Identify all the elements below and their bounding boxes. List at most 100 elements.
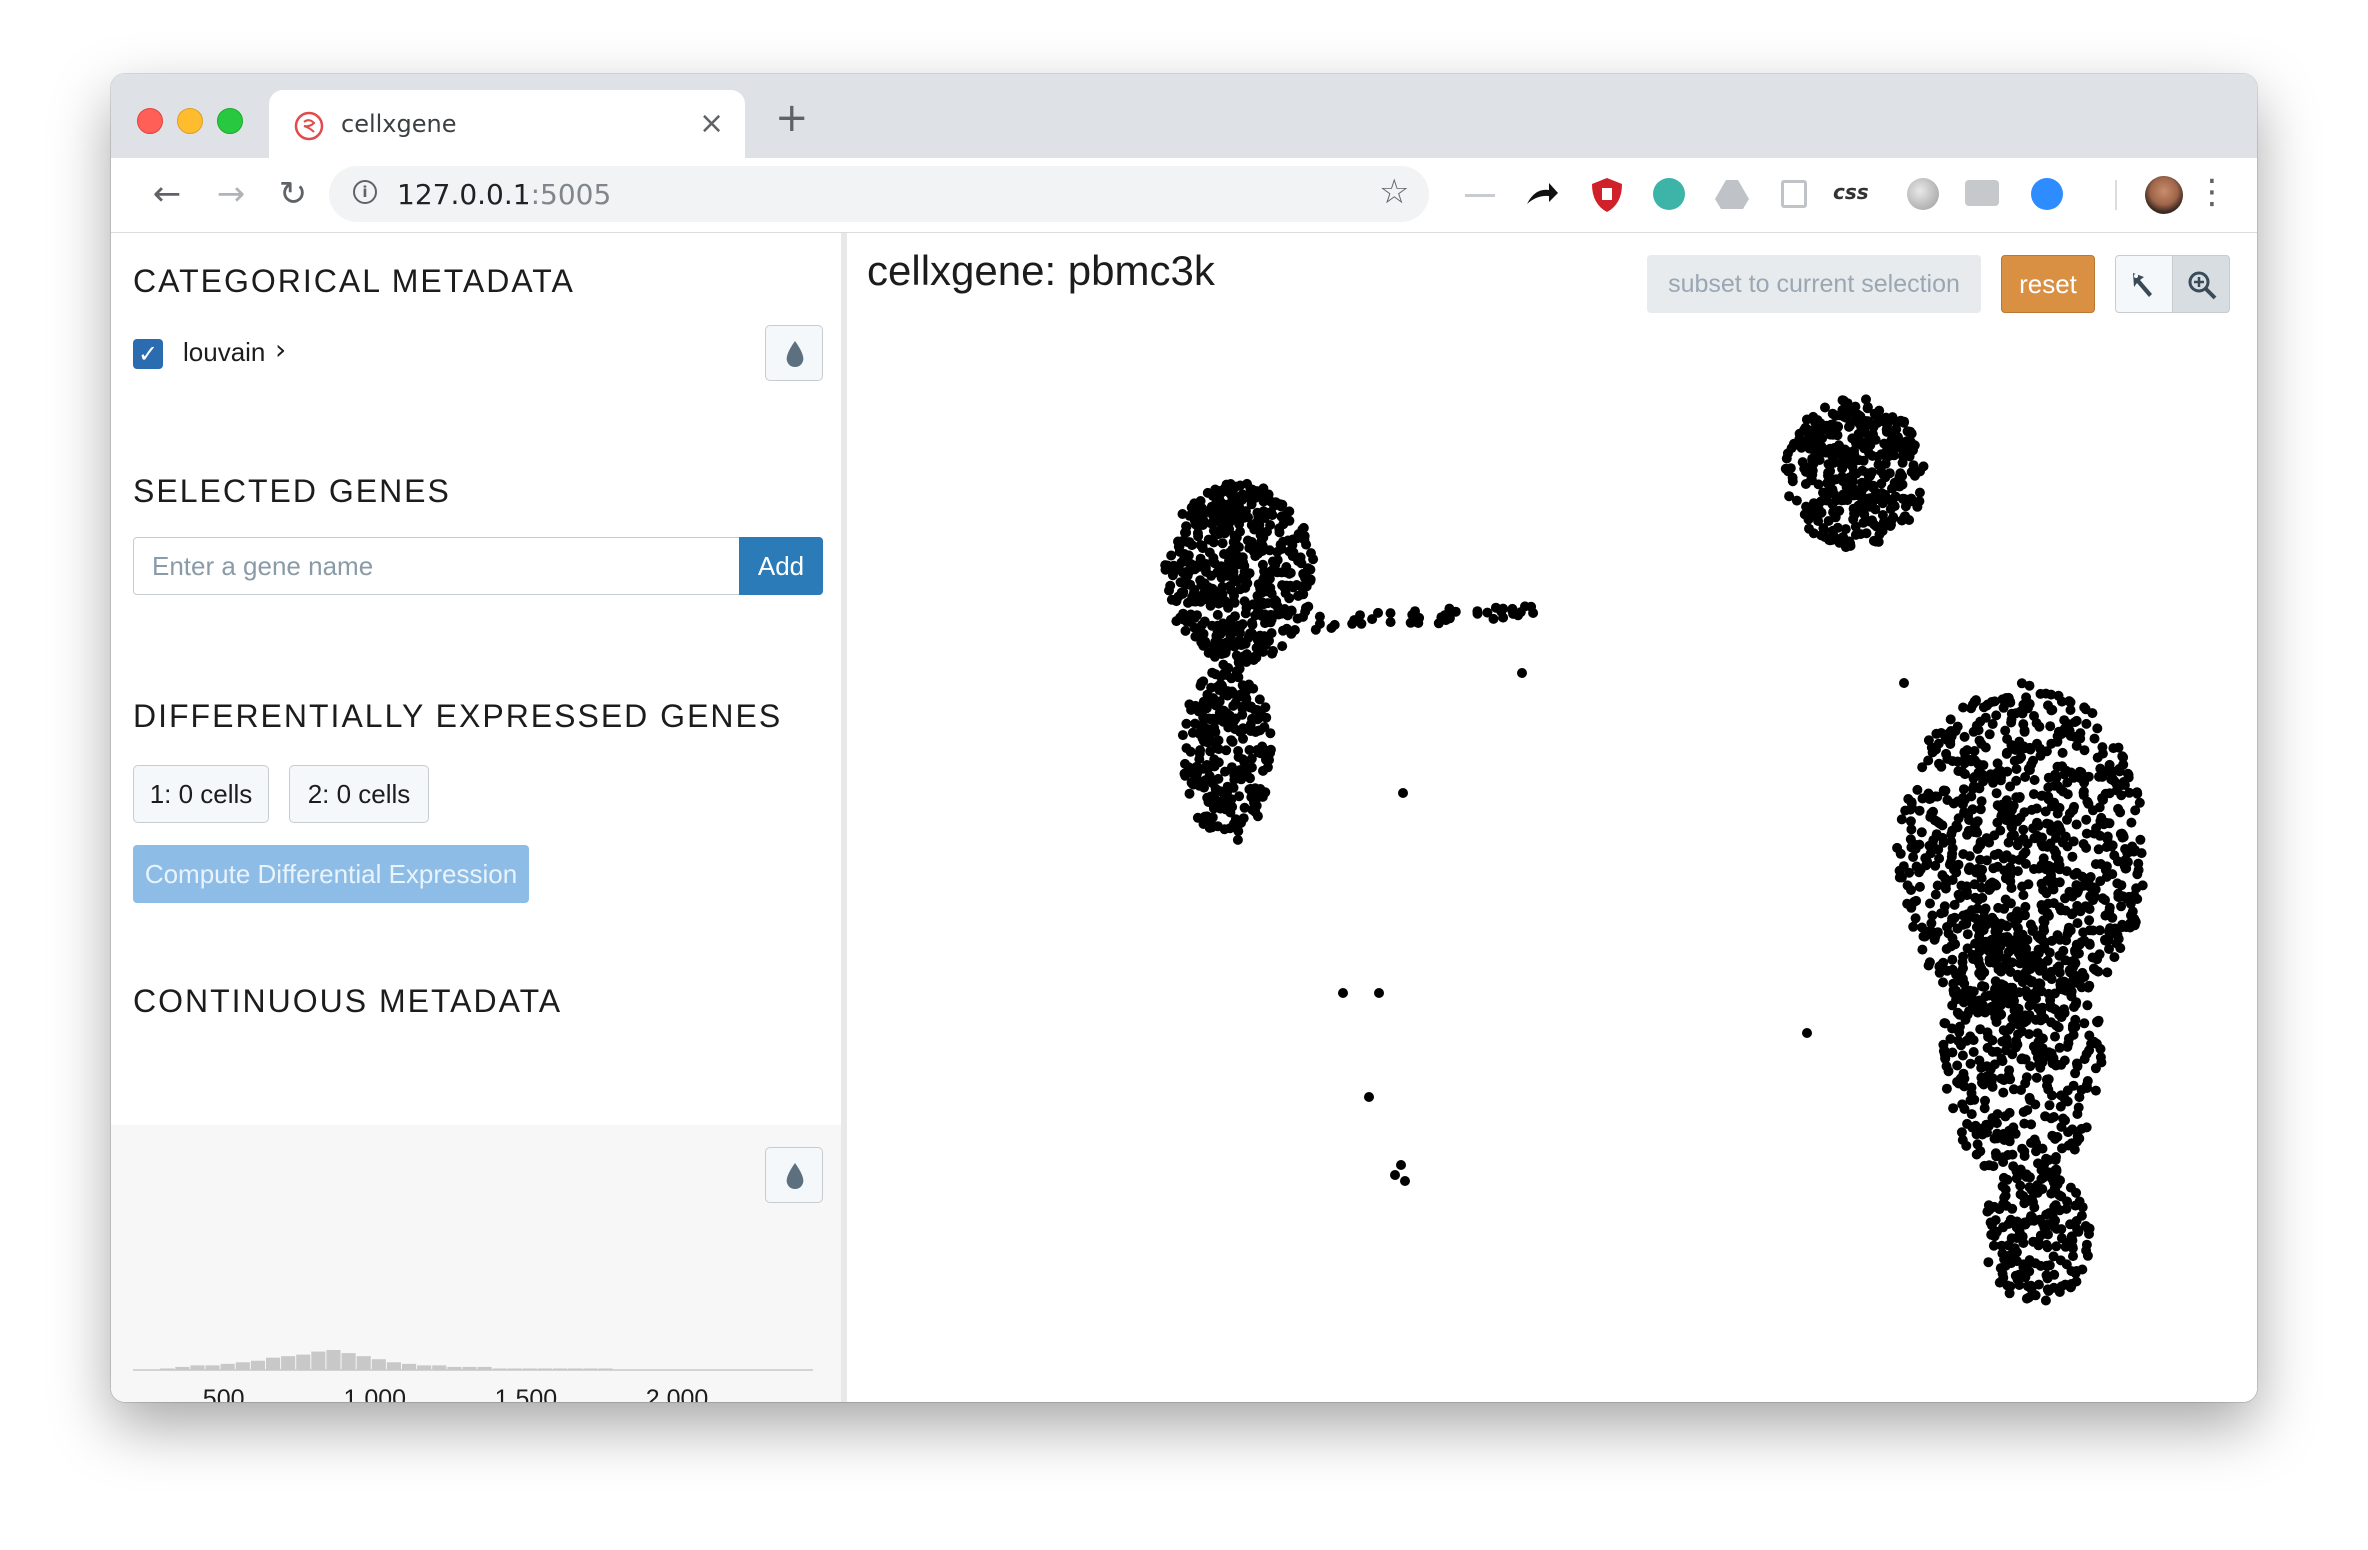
histogram-bar xyxy=(175,1366,190,1370)
css-icon[interactable]: css xyxy=(1833,180,1869,204)
cell-point xyxy=(1303,563,1313,574)
cell-point xyxy=(2050,1200,2061,1211)
gene-name-input[interactable] xyxy=(133,537,743,595)
cell-point xyxy=(1175,612,1186,623)
cell-point xyxy=(2007,1203,2018,1214)
back-arrow-icon[interactable]: ← xyxy=(143,170,191,218)
cell-point xyxy=(2126,817,2137,828)
b-icon[interactable] xyxy=(1781,180,1807,208)
cell-point xyxy=(1222,781,1233,792)
cell-point xyxy=(1847,433,1858,444)
subset-to-selection-button[interactable]: subset to current selection xyxy=(1647,255,1981,313)
cell-point xyxy=(2001,1045,2012,1056)
dash-icon[interactable] xyxy=(1465,194,1495,197)
camera-icon[interactable] xyxy=(1965,180,1999,206)
menu-kebab-icon[interactable]: ⋮ xyxy=(2195,172,2229,212)
cell-point xyxy=(2042,1242,2053,1253)
cell-point xyxy=(1180,770,1191,781)
share-arrow-icon[interactable] xyxy=(1525,180,1559,210)
site-info-icon[interactable]: i xyxy=(353,180,377,204)
cell-point xyxy=(2093,844,2104,855)
umap-scatterplot[interactable] xyxy=(847,333,2257,1393)
cell-point xyxy=(2115,943,2126,954)
cell-point xyxy=(2071,1136,2082,1147)
cell-point xyxy=(2039,1159,2050,1170)
reset-button[interactable]: reset xyxy=(2001,255,2095,313)
cellset-2-button[interactable]: 2: 0 cells xyxy=(289,765,429,823)
minimize-window-button[interactable] xyxy=(177,108,203,134)
categorical-metadata-heading: CATEGORICAL METADATA xyxy=(133,263,575,299)
profile-avatar[interactable] xyxy=(2145,176,2183,214)
cell-point xyxy=(2019,1118,2030,1129)
cell-point xyxy=(1803,514,1814,525)
reload-icon[interactable]: ↻ xyxy=(269,170,317,218)
cell-point xyxy=(1259,585,1270,596)
tab-close-button[interactable]: × xyxy=(699,106,724,142)
color-by-categorical-button[interactable] xyxy=(765,325,823,381)
cell-point xyxy=(2076,982,2087,993)
cell-point xyxy=(2084,915,2095,926)
cell-point xyxy=(1989,850,2000,860)
cell-point xyxy=(1974,931,1984,942)
cell-point xyxy=(1956,880,1967,891)
bookmark-star-icon[interactable]: ☆ xyxy=(1379,172,1409,212)
cell-point xyxy=(2107,869,2118,880)
cell-point xyxy=(1869,519,1880,530)
cell-point xyxy=(1976,1000,1987,1011)
cell-point xyxy=(2060,1279,2071,1290)
cell-point xyxy=(2025,919,2036,930)
cell-point xyxy=(1266,628,1277,639)
lasso-select-mode-button[interactable] xyxy=(2115,255,2173,313)
cell-point xyxy=(2118,752,2129,763)
cell-point xyxy=(2079,1018,2090,1029)
compute-differential-expression-button[interactable]: Compute Differential Expression xyxy=(133,845,529,903)
cell-point xyxy=(1281,509,1292,520)
new-tab-button[interactable]: + xyxy=(775,96,809,140)
mercury-icon[interactable] xyxy=(1653,178,1685,210)
cell-point xyxy=(1184,788,1195,799)
cell-point xyxy=(1385,608,1396,619)
cell-point xyxy=(2002,734,2013,744)
close-window-button[interactable] xyxy=(137,108,163,134)
zoom-pan-mode-button[interactable] xyxy=(2172,255,2230,313)
circle-icon[interactable] xyxy=(1907,178,1939,210)
cell-point xyxy=(1895,848,1906,859)
cell-point xyxy=(1940,1018,1951,1029)
cell-point xyxy=(1275,499,1286,510)
cell-point xyxy=(1219,566,1230,577)
cell-point xyxy=(2072,900,2083,911)
cell-point xyxy=(1938,785,1949,796)
cell-point xyxy=(2051,1241,2062,1252)
expand-chevron-icon[interactable]: › xyxy=(275,333,286,366)
cell-point xyxy=(1273,609,1284,620)
louvain-label: louvain xyxy=(183,337,266,367)
forward-arrow-icon[interactable]: → xyxy=(207,170,255,218)
louvain-checkbox[interactable]: ✓ xyxy=(133,339,163,369)
cell-point xyxy=(1917,944,1928,955)
cell-point xyxy=(1192,610,1202,621)
cell-point xyxy=(2067,851,2078,862)
ublock-icon[interactable] xyxy=(1589,176,1625,214)
add-gene-button[interactable]: Add xyxy=(739,537,823,595)
zoom-icon[interactable] xyxy=(2031,178,2063,210)
url-text[interactable]: 127.0.0.1:5005 xyxy=(397,178,611,211)
cell-point xyxy=(1964,912,1975,923)
browser-tab[interactable]: cellxgene × xyxy=(269,90,745,158)
cell-point xyxy=(1250,807,1261,817)
cell-point xyxy=(2036,1005,2046,1016)
n-genes-histogram[interactable]: 5001,0001,5002,000 n_genes xyxy=(111,1125,841,1402)
cell-point xyxy=(1957,766,1968,777)
address-bar[interactable]: i 127.0.0.1:5005 ☆ xyxy=(329,166,1429,222)
cell-point xyxy=(1957,1135,1968,1145)
cell-point xyxy=(2017,977,2028,988)
toolbar-separator xyxy=(2115,180,2117,210)
cell-point xyxy=(1212,620,1223,631)
cell-point xyxy=(1957,957,1968,968)
maximize-window-button[interactable] xyxy=(217,108,243,134)
drive-icon[interactable] xyxy=(1715,178,1749,210)
cell-point xyxy=(1808,498,1819,509)
cell-point xyxy=(1934,853,1945,864)
cellset-1-button[interactable]: 1: 0 cells xyxy=(133,765,269,823)
cell-point xyxy=(1959,794,1970,805)
cell-point xyxy=(1884,468,1895,479)
